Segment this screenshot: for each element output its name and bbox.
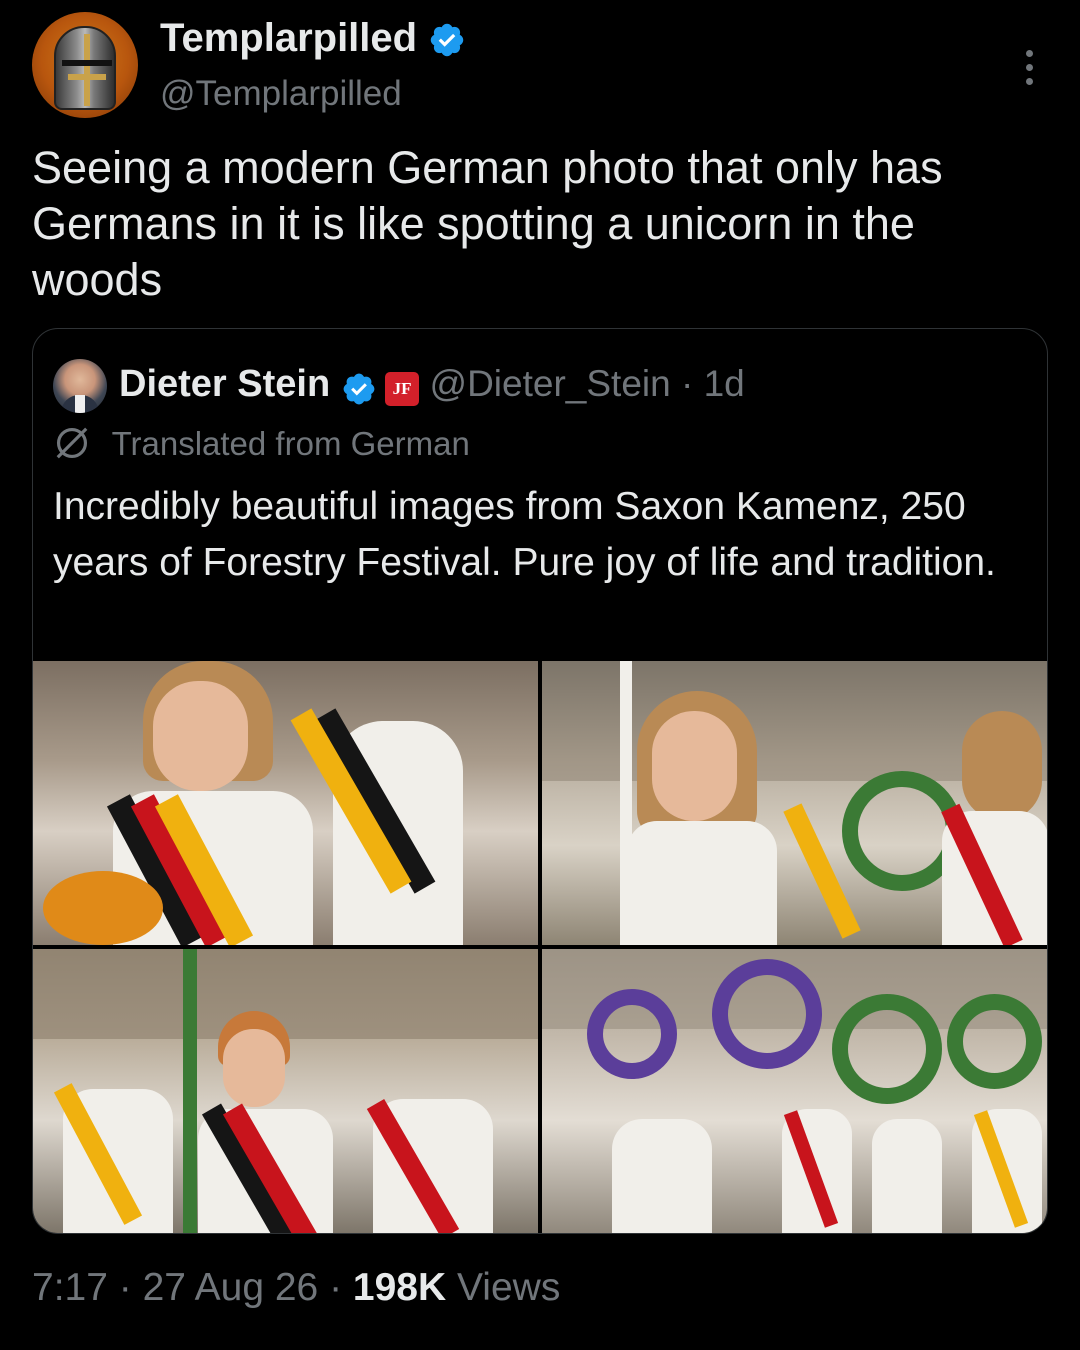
helmet-cross-horizontal <box>68 74 106 80</box>
photo-figure-hair-2 <box>962 711 1042 821</box>
quoted-age[interactable]: 1d <box>704 363 745 404</box>
photo-figure-blouse <box>612 1119 712 1233</box>
quoted-author-avatar[interactable] <box>53 359 107 413</box>
author-display-name[interactable]: Templarpilled <box>160 16 417 60</box>
verified-badge-icon <box>430 24 464 57</box>
photo-buildings <box>33 949 538 1039</box>
translated-label: Translated from German <box>111 425 470 462</box>
tweet-footer-meta: 7:17 · 27 Aug 26 · 198K Views <box>32 1266 560 1310</box>
more-vertical-icon-dot <box>1026 64 1033 71</box>
helmet-visor-slit <box>62 60 112 66</box>
media-photo-4[interactable] <box>542 949 1047 1233</box>
meta-separator: · <box>670 363 704 404</box>
quoted-display-name[interactable]: Dieter Stein <box>119 363 330 405</box>
photo-wreath-green-2 <box>947 994 1042 1089</box>
meta-separator: · <box>318 1266 353 1309</box>
tweet-date[interactable]: 27 Aug 26 <box>143 1266 319 1309</box>
translated-indicator[interactable]: Translated from German <box>53 425 470 465</box>
quoted-handle[interactable]: @Dieter_Stein <box>430 363 671 404</box>
helmet-cross-vertical <box>84 34 90 106</box>
views-count[interactable]: 198K <box>353 1266 446 1309</box>
photo-sunflower-bouquet <box>43 871 163 945</box>
photo-wreath-purple-2 <box>587 989 677 1079</box>
more-options-button[interactable] <box>1024 50 1034 86</box>
templar-helmet-image <box>54 26 116 110</box>
tweet-text: Seeing a modern German photo that only h… <box>32 142 943 305</box>
verified-badge-icon <box>343 373 374 405</box>
quoted-tweet-card[interactable]: Dieter Stein JF @Dieter_Stein · 1d Trans… <box>32 328 1048 1234</box>
quoted-tweet-text: Incredibly beautiful images from Saxon K… <box>53 485 996 584</box>
globe-translate-icon <box>56 427 88 459</box>
photo-figure-face <box>153 681 248 791</box>
avatar-collar <box>75 395 85 413</box>
views-label: Views <box>446 1266 561 1309</box>
author-handle[interactable]: @Templarpilled <box>160 74 402 114</box>
meta-separator: · <box>107 1266 143 1309</box>
quoted-author-row: Dieter Stein JF @Dieter_Stein · 1d <box>119 363 745 410</box>
media-photo-2[interactable] <box>542 661 1047 945</box>
author-name-row[interactable]: Templarpilled <box>160 16 466 61</box>
photo-figure-face <box>652 711 737 821</box>
tweet-header: Templarpilled @Templarpilled <box>32 12 1048 122</box>
media-photo-3[interactable] <box>33 949 538 1233</box>
photo-wreath-green <box>832 994 942 1104</box>
photo-figure-dress <box>627 821 777 945</box>
photo-garland-pole <box>183 949 197 1233</box>
affiliation-badge[interactable]: JF <box>385 371 420 406</box>
more-vertical-icon <box>1026 50 1033 57</box>
author-avatar[interactable] <box>32 12 138 118</box>
media-photo-1[interactable] <box>33 661 538 945</box>
photo-wreath-purple <box>712 959 822 1069</box>
photo-figure-face <box>223 1029 285 1107</box>
more-vertical-icon-dot <box>1026 78 1033 85</box>
photo-figure-dress-2 <box>872 1119 942 1233</box>
tweet-time[interactable]: 7:17 <box>32 1266 108 1309</box>
photo-pole <box>620 661 632 945</box>
